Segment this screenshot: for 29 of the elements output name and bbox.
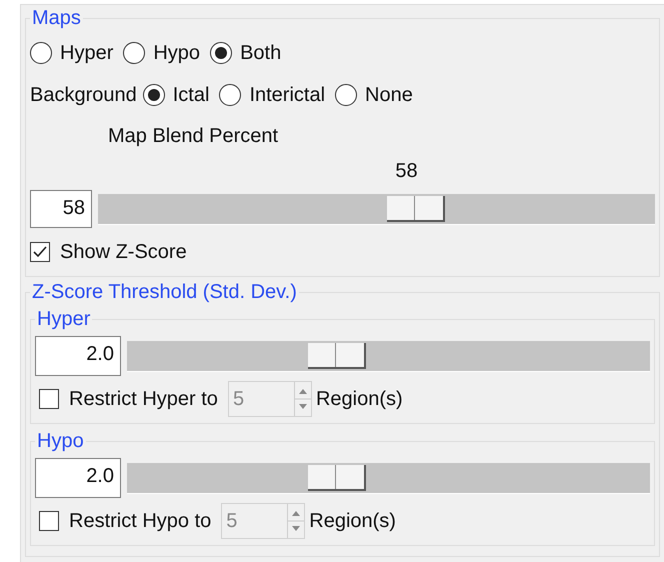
slider-label: Map Blend Percent — [108, 124, 278, 148]
checkmark-icon — [32, 244, 48, 260]
unit-label: Region(s) — [316, 388, 403, 410]
radio-option[interactable]: Ictal — [142, 84, 210, 106]
value-field[interactable]: 58 — [30, 190, 92, 228]
value-field[interactable]: 2.0 — [35, 336, 121, 376]
slider-value: 58 — [395, 160, 418, 182]
radio-option[interactable]: None — [335, 84, 413, 106]
radio-option[interactable]: Hypo — [123, 42, 200, 64]
slider-thumb[interactable] — [308, 342, 366, 368]
group-title: Hypo — [36, 430, 85, 453]
slider-track[interactable] — [98, 194, 655, 224]
slider-track[interactable] — [127, 462, 650, 494]
radio-option[interactable]: Interictal — [219, 84, 326, 106]
group-title: Maps — [31, 7, 82, 30]
group-title: Hyper — [36, 308, 92, 331]
background-label: Background — [30, 84, 137, 106]
checkbox-label: Restrict Hypo to — [69, 510, 212, 532]
slider-thumb[interactable] — [308, 464, 366, 490]
checkbox-label: Restrict Hyper to — [69, 388, 218, 410]
checkbox[interactable] — [30, 242, 50, 262]
slider-track[interactable] — [127, 340, 650, 372]
unit-label: Region(s) — [309, 510, 396, 532]
radio-option[interactable]: Hyper — [30, 42, 114, 64]
slider-thumb[interactable] — [387, 196, 446, 222]
radio-option[interactable]: Both — [210, 42, 282, 64]
value-field[interactable]: 2.0 — [35, 458, 121, 498]
checkbox-label: Show Z-Score — [60, 240, 187, 264]
group-title: Z-Score Threshold (Std. Dev.) — [31, 281, 298, 304]
